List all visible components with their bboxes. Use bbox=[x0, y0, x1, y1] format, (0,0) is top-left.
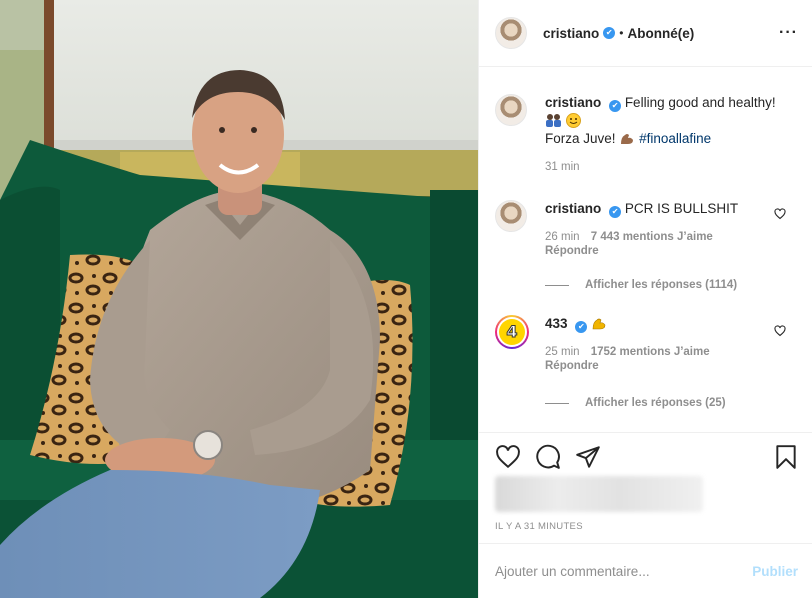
verified-badge-icon: ✔ bbox=[603, 27, 616, 39]
heart-icon[interactable] bbox=[495, 444, 521, 470]
caption-emoji-line bbox=[545, 112, 796, 130]
avatar-433-label: 4 bbox=[499, 319, 525, 345]
follow-status-button[interactable]: Abonné(e) bbox=[627, 26, 694, 41]
verified-badge-icon: ✔ bbox=[609, 206, 622, 218]
bookmark-icon[interactable] bbox=[774, 444, 798, 470]
action-bar bbox=[479, 432, 812, 480]
view-replies-line bbox=[545, 284, 569, 286]
comment-time: 25 min bbox=[545, 346, 580, 358]
view-replies-button[interactable]: Afficher les réponses (25) bbox=[545, 397, 726, 409]
comment-row: cristiano ✔ PCR IS BULLSHIT 26 min 7 443… bbox=[495, 200, 796, 258]
blurred-likes-summary bbox=[495, 476, 703, 512]
comment-text: PCR IS BULLSHIT bbox=[624, 201, 739, 216]
caption-username[interactable]: cristiano bbox=[545, 95, 601, 110]
caption-text-2: Forza Juve! bbox=[545, 131, 616, 146]
comment-avatar[interactable] bbox=[495, 200, 527, 232]
comment-input[interactable]: Ajouter un commentaire... bbox=[495, 564, 650, 579]
muscle-emoji-icon bbox=[592, 318, 606, 330]
like-comment-heart-icon[interactable] bbox=[774, 325, 786, 337]
view-replies-label: Afficher les réponses (25) bbox=[585, 397, 726, 409]
verified-badge-icon: ✔ bbox=[575, 321, 588, 333]
author-avatar[interactable] bbox=[495, 17, 527, 49]
publish-button[interactable]: Publier bbox=[752, 564, 798, 579]
add-comment-bar: Ajouter un commentaire... Publier bbox=[479, 543, 812, 598]
post-photo[interactable] bbox=[0, 0, 478, 598]
comment-username[interactable]: cristiano bbox=[545, 201, 601, 216]
more-options-icon[interactable]: ··· bbox=[779, 24, 798, 42]
photo-illustration bbox=[0, 0, 478, 598]
header-separator: • bbox=[619, 26, 624, 40]
comment-row: 4 433 ✔ 25 min 1752 mentions J’aime Répo… bbox=[495, 315, 796, 373]
caption-text: Felling good and healthy! bbox=[624, 95, 776, 110]
post-header: cristiano ✔ • Abonné(e) ··· bbox=[479, 0, 812, 67]
author-username[interactable]: cristiano bbox=[543, 26, 599, 41]
view-replies-button[interactable]: Afficher les réponses (1114) bbox=[545, 279, 737, 291]
smile-emoji-icon bbox=[565, 113, 581, 128]
muscle-emoji-icon bbox=[621, 134, 634, 144]
like-comment-heart-icon[interactable] bbox=[774, 208, 786, 220]
comment-username[interactable]: 433 bbox=[545, 316, 568, 331]
caption-avatar[interactable] bbox=[495, 94, 527, 126]
view-replies-label: Afficher les réponses (1114) bbox=[585, 279, 738, 291]
hashtag-link[interactable]: #finoallafine bbox=[639, 131, 711, 146]
comment-icon[interactable] bbox=[535, 444, 561, 470]
post-details-panel: cristiano ✔ • Abonné(e) ··· cristiano ✔ … bbox=[478, 0, 812, 598]
comment-likes[interactable]: 1752 mentions J’aime bbox=[591, 346, 710, 358]
caption-time: 31 min bbox=[545, 161, 580, 173]
share-icon[interactable] bbox=[575, 444, 601, 470]
comments-list[interactable]: cristiano ✔ Felling good and healthy! Fo… bbox=[479, 67, 812, 432]
caption-row: cristiano ✔ Felling good and healthy! Fo… bbox=[495, 94, 796, 174]
people-emoji-icon bbox=[546, 114, 561, 127]
verified-badge-icon: ✔ bbox=[609, 100, 622, 112]
comment-time: 26 min bbox=[545, 231, 580, 243]
comment-avatar-433[interactable]: 4 bbox=[495, 315, 529, 349]
posted-time: IL Y A 31 MINUTES bbox=[495, 521, 583, 532]
reply-button[interactable]: Répondre bbox=[545, 359, 796, 373]
view-replies-line bbox=[545, 402, 569, 404]
comment-likes[interactable]: 7 443 mentions J’aime bbox=[591, 231, 713, 243]
reply-button[interactable]: Répondre bbox=[545, 244, 796, 258]
